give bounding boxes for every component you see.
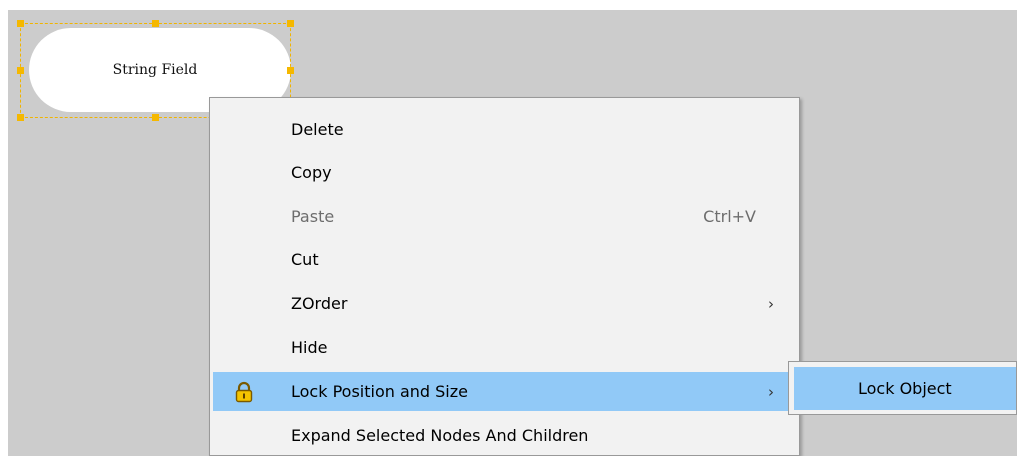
resize-handle-middle-left[interactable] xyxy=(17,67,24,74)
resize-handle-middle-right[interactable] xyxy=(287,67,294,74)
menu-item-label: Delete xyxy=(291,120,344,139)
resize-handle-top-left[interactable] xyxy=(17,20,24,27)
menu-item-label: ZOrder xyxy=(291,294,348,313)
menu-item-label: Lock Position and Size xyxy=(291,382,468,401)
menu-item-zorder[interactable]: ZOrder › xyxy=(213,284,796,323)
resize-handle-bottom-left[interactable] xyxy=(17,114,24,121)
menu-item-label: Expand Selected Nodes And Children xyxy=(291,426,589,445)
menu-item-expand-selected-nodes[interactable]: Expand Selected Nodes And Children xyxy=(213,416,796,455)
submenu-item-lock-object[interactable]: Lock Object xyxy=(794,367,1016,410)
resize-handle-bottom-middle[interactable] xyxy=(152,114,159,121)
resize-handle-top-middle[interactable] xyxy=(152,20,159,27)
menu-item-label: Cut xyxy=(291,250,319,269)
menu-item-copy[interactable]: Copy xyxy=(213,153,796,192)
menu-item-label: Paste xyxy=(291,207,335,226)
menu-item-label: Copy xyxy=(291,163,332,182)
chevron-right-icon: › xyxy=(768,294,774,313)
menu-item-label: Hide xyxy=(291,338,328,357)
submenu-item-label: Lock Object xyxy=(858,379,952,398)
menu-item-hide[interactable]: Hide xyxy=(213,328,796,367)
lock-submenu: Lock Object xyxy=(788,361,1017,415)
resize-handle-top-right[interactable] xyxy=(287,20,294,27)
menu-item-lock-position-and-size[interactable]: Lock Position and Size › xyxy=(213,372,796,411)
context-menu: Delete Copy Paste Ctrl+V Cut ZOrder › Hi… xyxy=(209,97,800,456)
lock-icon xyxy=(233,381,255,403)
menu-item-delete[interactable]: Delete xyxy=(213,110,796,149)
chevron-right-icon: › xyxy=(768,382,774,401)
menu-item-shortcut: Ctrl+V xyxy=(703,207,756,226)
menu-item-paste[interactable]: Paste Ctrl+V xyxy=(213,197,796,236)
menu-item-cut[interactable]: Cut xyxy=(213,240,796,279)
